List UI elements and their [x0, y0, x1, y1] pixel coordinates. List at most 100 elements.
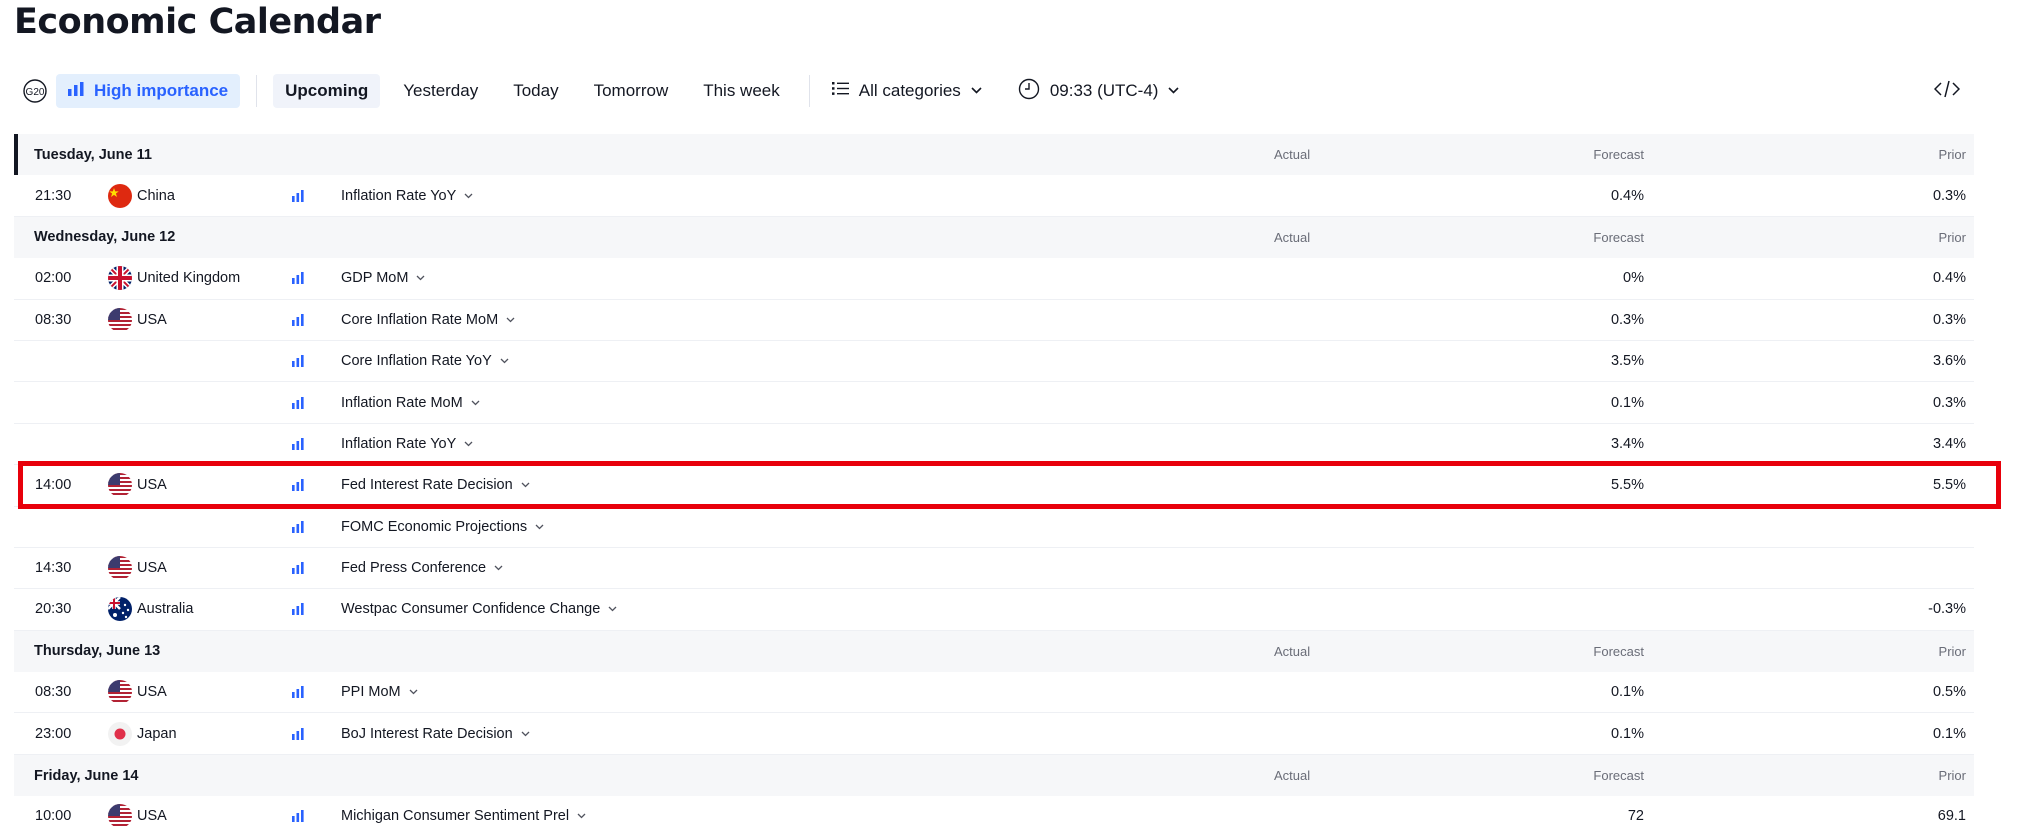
chevron-down-icon: [506, 314, 515, 326]
event-row[interactable]: 14:30 USA Fed Press Conference: [14, 548, 1974, 590]
event-name-button[interactable]: Core Inflation Rate YoY: [341, 341, 509, 381]
day-header: Friday, June 14 Actual Forecast Prior: [14, 754, 1974, 797]
us-flag-icon: [108, 300, 132, 340]
event-forecast: 3.4%: [1610, 435, 1644, 452]
svg-text:G20: G20: [26, 87, 45, 98]
event-name-button[interactable]: Michigan Consumer Sentiment Prel: [341, 796, 586, 832]
event-row[interactable]: Inflation Rate YoY 3.4% 3.4%: [14, 424, 1974, 466]
event-name-button[interactable]: Inflation Rate YoY: [341, 175, 473, 215]
chevron-down-icon: [471, 397, 480, 409]
event-name: PPI MoM: [341, 684, 401, 701]
event-time: 02:00: [35, 270, 72, 287]
event-name: Fed Press Conference: [341, 560, 487, 577]
event-time: 14:00: [35, 477, 72, 494]
event-time: 08:30: [35, 684, 72, 701]
toolbar-divider: [808, 75, 810, 107]
event-prior: 3.6%: [1932, 353, 1966, 370]
page-title: Economic Calendar: [14, 2, 381, 42]
event-forecast: 0%: [1623, 270, 1644, 287]
event-row[interactable]: Inflation Rate MoM 0.1% 0.3%: [14, 382, 1974, 424]
event-name: Westpac Consumer Confidence Change: [341, 601, 601, 618]
embed-code-button[interactable]: [1933, 74, 1961, 108]
chevron-down-icon: [500, 355, 509, 367]
event-name-button[interactable]: Inflation Rate MoM: [341, 382, 480, 422]
tab-yesterday[interactable]: Yesterday: [391, 74, 490, 108]
event-row[interactable]: 08:30 USA Core Inflation Rate MoM 0.3% 0…: [14, 300, 1974, 341]
tab-tomorrow[interactable]: Tomorrow: [582, 74, 681, 108]
event-row[interactable]: 21:30 China Inflation Rate YoY 0.4% 0.3%: [14, 175, 1974, 217]
event-prior: 0.3%: [1932, 187, 1966, 204]
event-name-button[interactable]: Core Inflation Rate MoM: [341, 300, 515, 340]
column-header-forecast: Forecast: [1593, 229, 1644, 245]
timezone-dropdown[interactable]: 09:33 (UTC-4): [1012, 74, 1186, 108]
event-name: GDP MoM: [341, 270, 409, 287]
event-prior: 0.3%: [1932, 394, 1966, 411]
high-importance-label: High importance: [94, 81, 229, 100]
importance-bars-icon: [68, 81, 84, 101]
high-importance-toggle[interactable]: High importance: [56, 74, 241, 108]
event-name: FOMC Economic Projections: [341, 518, 528, 535]
day-date: Wednesday, June 12: [34, 229, 176, 246]
column-header-actual: Actual: [1274, 147, 1311, 163]
event-prior: 0.3%: [1932, 311, 1966, 328]
event-row[interactable]: Core Inflation Rate YoY 3.5% 3.6%: [14, 341, 1974, 383]
chevron-down-icon: [494, 562, 503, 574]
event-prior: -0.3%: [1928, 601, 1966, 618]
event-country: Australia: [137, 601, 194, 618]
event-name: Core Inflation Rate MoM: [341, 311, 499, 328]
event-name-button[interactable]: GDP MoM: [341, 258, 425, 298]
event-row[interactable]: 23:00 Japan BoJ Interest Rate Decision 0…: [14, 713, 1974, 755]
event-row[interactable]: 08:30 USA PPI MoM 0.1% 0.5%: [14, 672, 1974, 714]
chevron-down-icon: [521, 479, 530, 491]
event-row[interactable]: 20:30 Australia Westpac Consumer Confide…: [14, 589, 1974, 631]
event-time: 10:00: [35, 808, 72, 825]
importance-icon: [292, 258, 304, 298]
event-name-button[interactable]: PPI MoM: [341, 672, 418, 712]
g20-icon[interactable]: G20: [18, 74, 52, 108]
importance-icon: [292, 175, 304, 215]
day-header: Tuesday, June 11 Actual Forecast Prior: [14, 134, 1974, 176]
event-forecast: 72: [1627, 808, 1644, 825]
importance-icon: [292, 713, 304, 753]
event-country: USA: [137, 808, 167, 825]
event-row[interactable]: FOMC Economic Projections: [14, 507, 1974, 548]
column-header-forecast: Forecast: [1593, 643, 1644, 659]
event-name: Inflation Rate YoY: [341, 187, 457, 204]
event-name: Core Inflation Rate YoY: [341, 353, 492, 370]
column-header-forecast: Forecast: [1593, 768, 1644, 784]
chevron-down-icon: [1168, 85, 1180, 97]
categories-label: All categories: [858, 81, 961, 100]
chevron-down-icon: [416, 272, 425, 284]
column-header-actual: Actual: [1274, 768, 1311, 784]
event-name-button[interactable]: Fed Press Conference: [341, 548, 503, 588]
tab-this-week[interactable]: This week: [691, 74, 792, 108]
importance-icon: [292, 300, 304, 340]
chevron-down-icon: [608, 603, 617, 615]
event-name-button[interactable]: FOMC Economic Projections: [341, 507, 544, 547]
importance-icon: [292, 672, 304, 712]
event-prior: 69.1: [1937, 808, 1966, 825]
event-forecast: 5.5%: [1610, 477, 1644, 494]
importance-icon: [292, 507, 304, 547]
tab-today[interactable]: Today: [501, 74, 570, 108]
importance-icon: [292, 382, 304, 422]
us-flag-icon: [108, 548, 132, 588]
event-name-button[interactable]: Fed Interest Rate Decision: [341, 465, 530, 505]
chevron-down-icon: [535, 521, 544, 533]
importance-icon: [292, 465, 304, 505]
event-name-button[interactable]: BoJ Interest Rate Decision: [341, 713, 530, 753]
event-country: USA: [137, 477, 167, 494]
event-name-button[interactable]: Inflation Rate YoY: [341, 424, 473, 464]
event-row[interactable]: 14:00 USA Fed Interest Rate Decision 5.5…: [14, 465, 1974, 507]
day-date: Friday, June 14: [34, 767, 139, 784]
column-header-actual: Actual: [1274, 229, 1311, 245]
importance-icon: [292, 589, 304, 629]
event-row[interactable]: 10:00 USA Michigan Consumer Sentiment Pr…: [14, 796, 1974, 832]
event-forecast: 0.1%: [1610, 725, 1644, 742]
event-row[interactable]: 02:00 United Kingdom GDP MoM 0% 0.4%: [14, 258, 1974, 300]
event-name-button[interactable]: Westpac Consumer Confidence Change: [341, 589, 617, 629]
column-header-prior: Prior: [1938, 643, 1966, 659]
categories-dropdown[interactable]: All categories: [826, 74, 988, 108]
day-date: Tuesday, June 11: [34, 146, 152, 163]
tab-upcoming[interactable]: Upcoming: [273, 74, 381, 108]
